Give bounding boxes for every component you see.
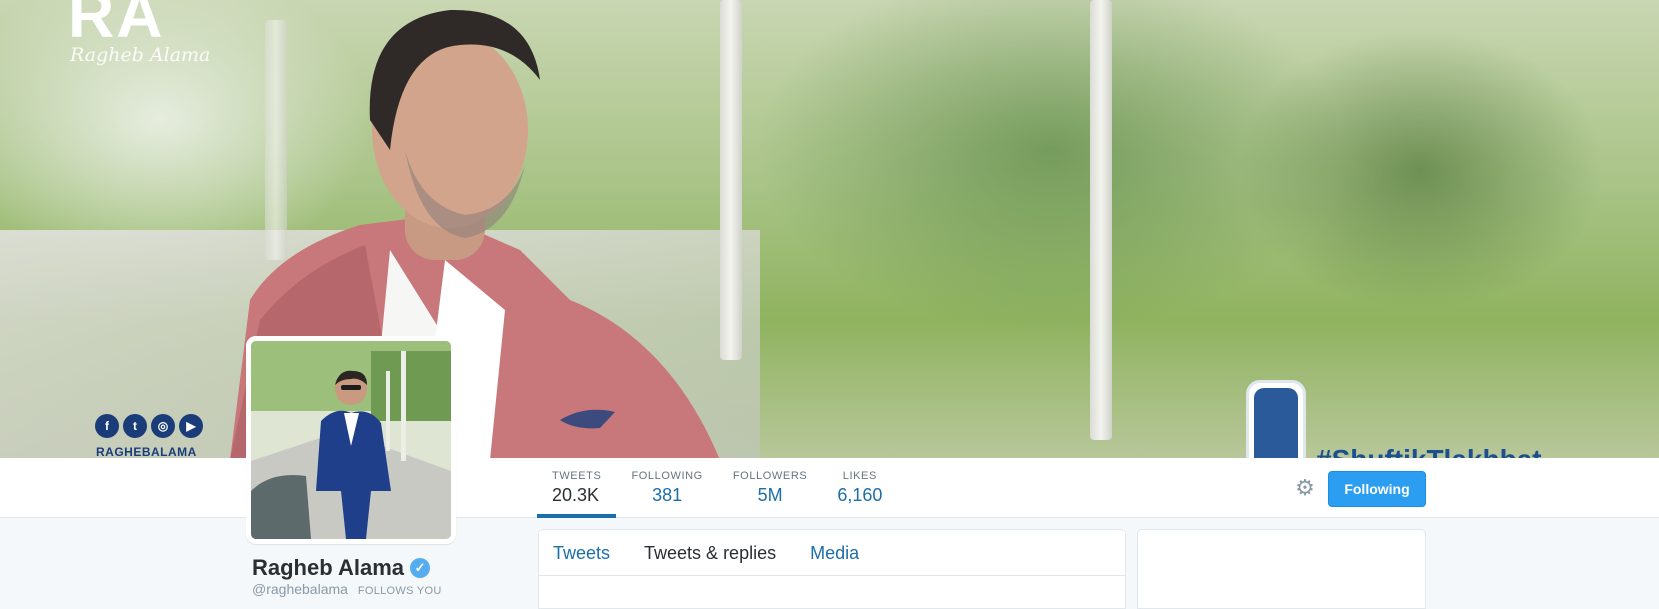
stat-label: FOLLOWING: [631, 470, 703, 482]
facebook-icon: f: [95, 414, 119, 438]
profile-stats: TWEETS 20.3K FOLLOWING 381 FOLLOWERS 5M …: [537, 458, 897, 518]
banner-pole: [1090, 0, 1112, 440]
verified-badge-icon: ✓: [410, 558, 431, 578]
timeline-tabs: Tweets Tweets & replies Media: [539, 530, 1125, 576]
banner-social-handle: RAGHEBALAMA: [96, 445, 197, 458]
stat-label: LIKES: [842, 470, 877, 482]
follows-you-badge: FOLLOWS YOU: [357, 585, 442, 597]
tab-tweets[interactable]: Tweets: [553, 530, 624, 575]
hashtag-campaign-logo: [1246, 380, 1306, 458]
banner-hashtag: #ShuftikTlakhbat: [1316, 444, 1542, 458]
instagram-icon: ◎: [151, 414, 175, 438]
stat-value: 381: [652, 485, 683, 505]
profile-handle-row: @raghebalama FOLLOWS YOU: [252, 581, 442, 597]
twitter-icon: t: [123, 414, 147, 438]
stat-value: 6,160: [837, 485, 883, 505]
youtube-icon: ▶: [179, 414, 203, 438]
profile-name-text: Ragheb Alama: [252, 555, 405, 580]
stat-value: 5M: [757, 485, 783, 505]
stat-value: 20.3K: [552, 485, 600, 505]
timeline-panel: Tweets Tweets & replies Media: [538, 529, 1126, 609]
tab-tweets-and-replies[interactable]: Tweets & replies: [644, 530, 790, 575]
profile-avatar[interactable]: [246, 336, 456, 544]
stat-likes[interactable]: LIKES 6,160: [822, 458, 897, 518]
avatar-photo: [251, 341, 451, 539]
tab-media[interactable]: Media: [810, 530, 873, 575]
profile-name: Ragheb Alama ✓: [252, 555, 431, 581]
stat-following[interactable]: FOLLOWING 381: [616, 458, 717, 518]
stat-tweets[interactable]: TWEETS 20.3K: [537, 458, 617, 518]
stat-followers[interactable]: FOLLOWERS 5M: [718, 458, 822, 518]
stat-label: TWEETS: [552, 470, 602, 482]
stat-label: FOLLOWERS: [732, 470, 808, 482]
profile-handle[interactable]: @raghebalama: [252, 581, 348, 597]
banner-social-icons: f t ◎ ▶: [95, 414, 203, 438]
banner-signature: Ragheb Alama: [70, 44, 211, 66]
following-button[interactable]: Following: [1328, 471, 1426, 507]
gear-icon[interactable]: ⚙: [1293, 476, 1317, 500]
sidebar-card: [1137, 529, 1426, 609]
